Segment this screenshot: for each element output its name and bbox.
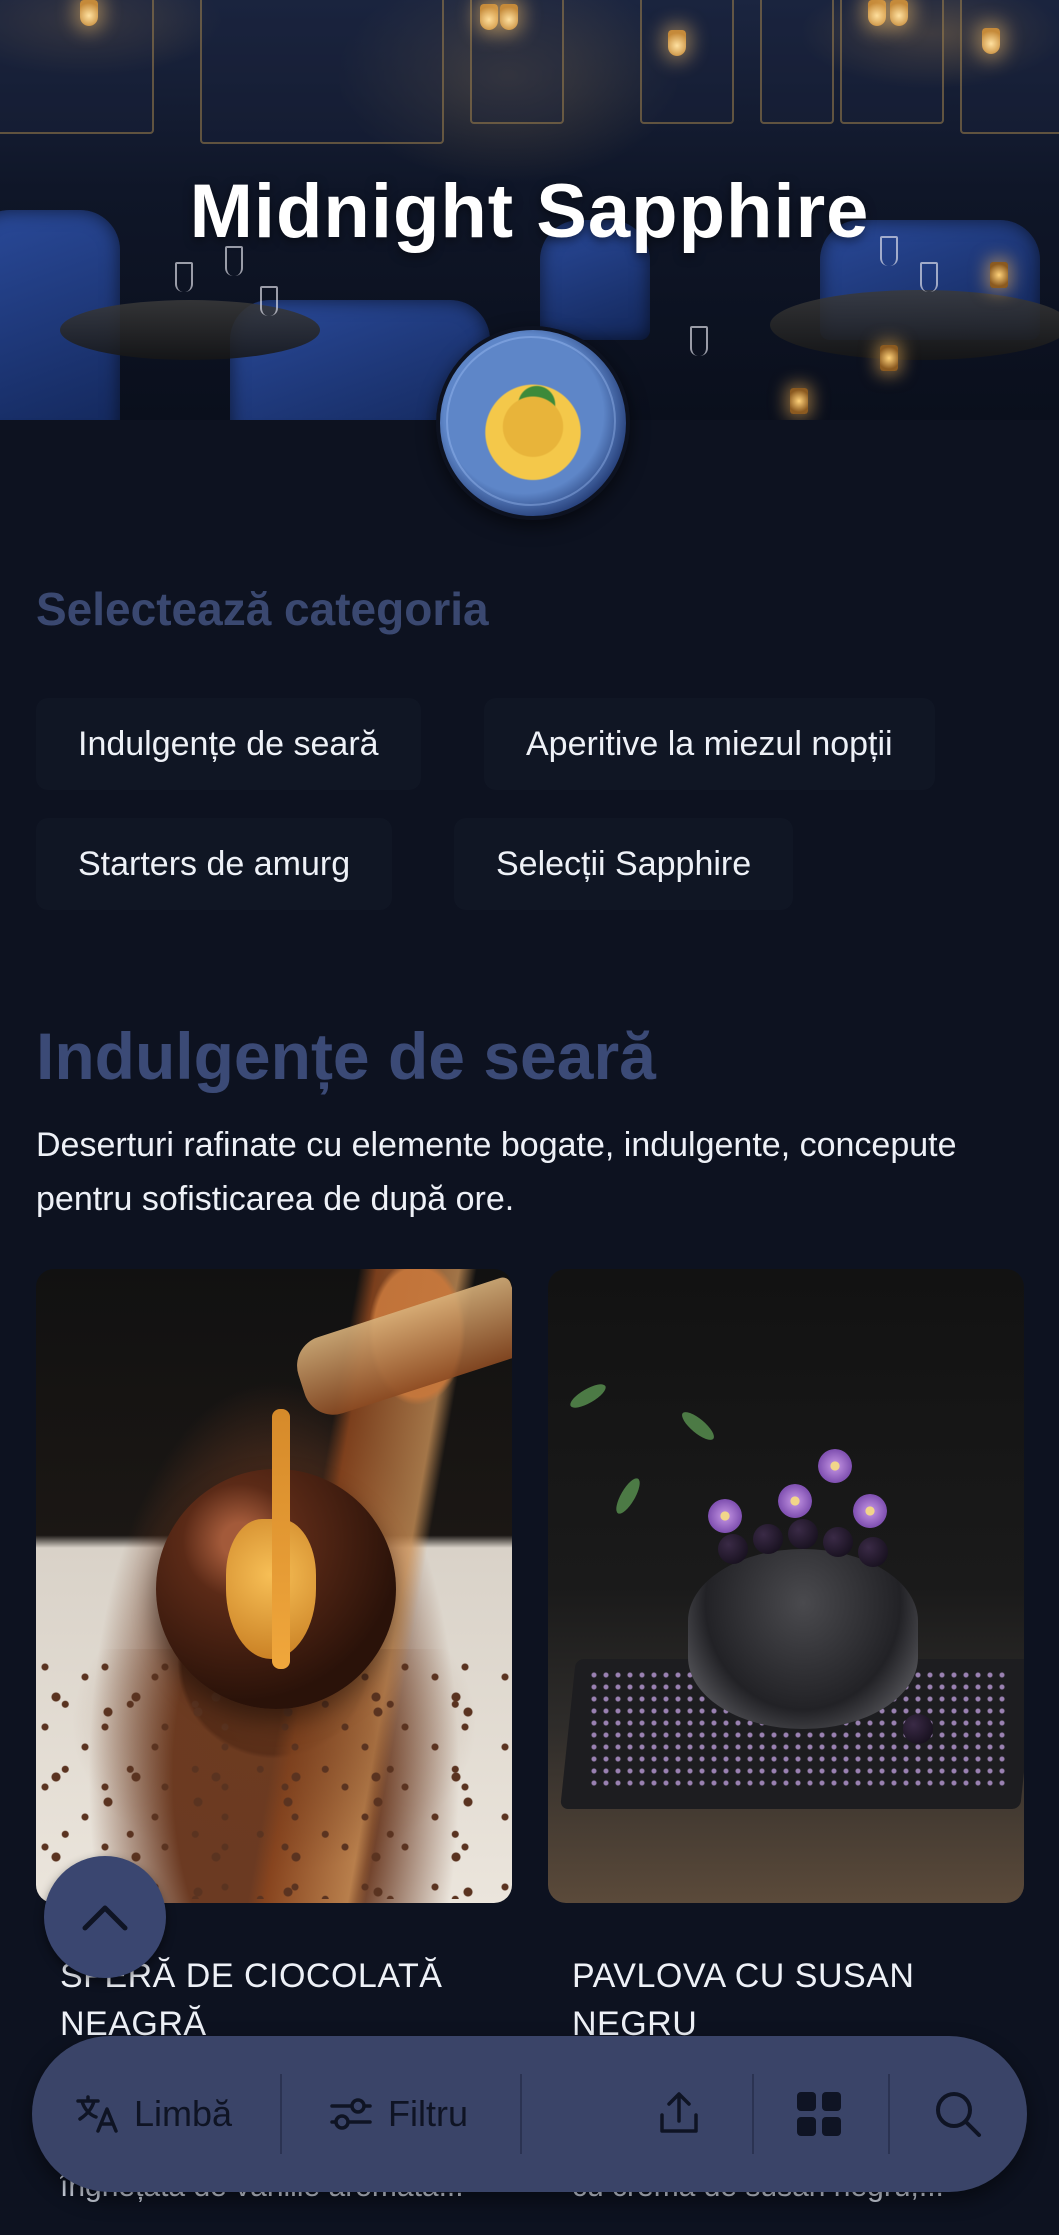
product-image-pavlova[interactable] [548, 1269, 1024, 1903]
edible-flower [778, 1484, 812, 1518]
language-button[interactable]: Limbă [74, 2036, 232, 2192]
wall-lamp [500, 4, 518, 30]
candle [880, 345, 898, 371]
category-chip-midnight-appetizers[interactable]: Aperitive la miezul nopții [484, 698, 935, 790]
grid-view-button[interactable] [794, 2036, 844, 2192]
share-icon [660, 2092, 698, 2133]
wall-panel [200, 0, 444, 144]
chevron-up-icon [82, 1905, 128, 1931]
grid-icon [797, 2092, 841, 2136]
edible-flower [708, 1499, 742, 1533]
wine-glass [690, 326, 708, 356]
wall-lamp [982, 28, 1000, 54]
pavlova-cake [688, 1549, 918, 1729]
category-chip-sapphire-selections[interactable]: Selecții Sapphire [454, 818, 794, 910]
wine-glass [260, 286, 278, 316]
language-label: Limbă [134, 2093, 233, 2134]
select-category-label: Selectează categoria [36, 583, 489, 635]
filter-icon [330, 2098, 372, 2130]
bottom-toolbar: Limbă Filtru [32, 2036, 1027, 2192]
toolbar-divider [752, 2074, 754, 2154]
category-description: Deserturi rafinate cu elemente bogate, i… [36, 1126, 957, 1218]
blackberry [903, 1714, 933, 1744]
toolbar-divider [280, 2074, 282, 2154]
blackberry [753, 1524, 783, 1554]
wall-panel [960, 0, 1059, 134]
wall-panel [0, 0, 154, 134]
edible-flower [818, 1449, 852, 1483]
caramel-core [226, 1519, 316, 1659]
category-chip-evening-indulgences[interactable]: Indulgențe de seară [36, 698, 421, 790]
product-image-chocolate-sphere[interactable] [36, 1269, 512, 1903]
share-button[interactable] [654, 2036, 704, 2192]
leaf [611, 1475, 645, 1517]
wine-glass [920, 262, 938, 292]
translate-icon [76, 2095, 118, 2133]
toolbar-divider [520, 2074, 522, 2154]
scroll-to-top-button[interactable] [44, 1856, 166, 1978]
wall-lamp [480, 4, 498, 30]
sauce-bottle [289, 1275, 512, 1423]
candle [990, 262, 1008, 288]
category-title: Indulgențe de seară [36, 1019, 656, 1093]
wall-lamp [868, 0, 886, 26]
candle [790, 388, 808, 414]
wall-lamp [80, 0, 98, 26]
search-icon [936, 2092, 981, 2137]
wall-lamp [668, 30, 686, 56]
leaf [567, 1379, 609, 1413]
dining-table [770, 290, 1059, 360]
wall-panel [760, 0, 834, 124]
restaurant-title: Midnight Sapphire [189, 169, 870, 254]
leaf [678, 1407, 718, 1445]
caramel-drip [272, 1409, 290, 1669]
search-button[interactable] [932, 2036, 984, 2192]
wall-panel [640, 0, 734, 124]
dining-table [60, 300, 320, 360]
avatar-ring [446, 336, 616, 506]
filter-label: Filtru [388, 2093, 468, 2134]
product-name[interactable]: PAVLOVA CU SUSAN NEGRU [572, 1952, 992, 2048]
wall-lamp [890, 0, 908, 26]
blackberry [823, 1527, 853, 1557]
toolbar-divider [888, 2074, 890, 2154]
wine-glass [175, 262, 193, 292]
edible-flower [853, 1494, 887, 1528]
blackberry [858, 1537, 888, 1567]
blackberry [718, 1534, 748, 1564]
filter-button[interactable]: Filtru [328, 2036, 468, 2192]
blackberry [788, 1519, 818, 1549]
category-chip-dusk-starters[interactable]: Starters de amurg [36, 818, 393, 910]
